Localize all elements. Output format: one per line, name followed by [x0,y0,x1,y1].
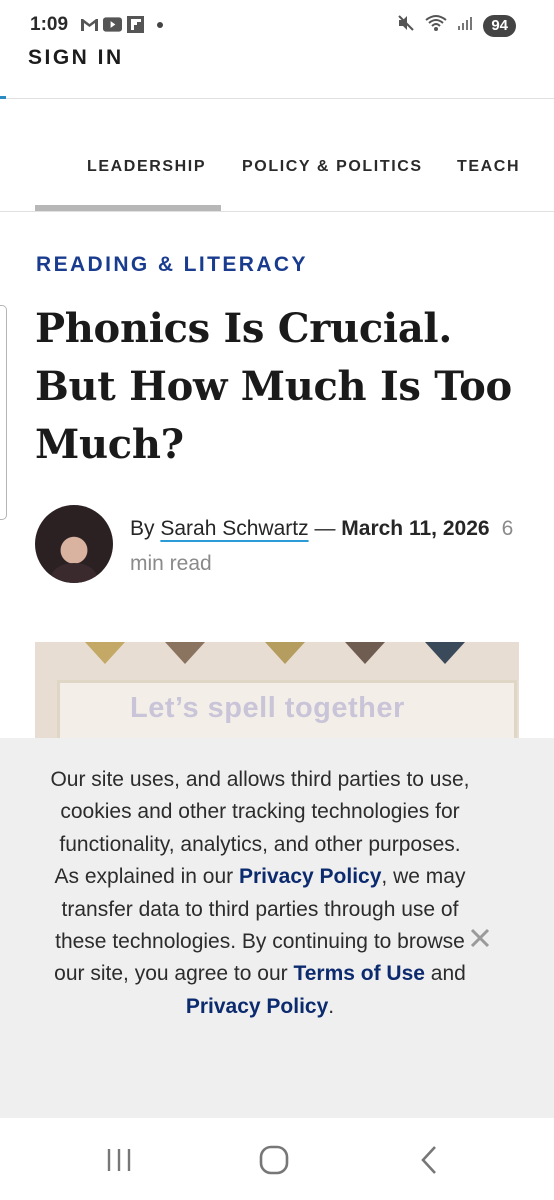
nav-item-policy-politics[interactable]: POLICY & POLITICS [242,158,423,176]
status-bar: 1:09 94 [0,0,554,46]
battery-indicator: 94 [483,14,516,37]
close-icon[interactable] [466,924,494,952]
hero-image-caption-text: Let’s spell together [130,692,405,724]
terms-of-use-link[interactable]: Terms of Use [293,962,425,985]
cookie-message: Our site uses, and allows third parties … [50,764,470,1023]
system-navigation-bar [0,1118,554,1200]
mute-icon [397,14,415,37]
article-headline: Phonics Is Crucial. But How Much Is Too … [35,305,512,468]
article-byline: By Sarah Schwartz — March 11, 2026 6 min … [35,505,535,585]
back-icon[interactable] [410,1140,450,1180]
cookie-consent-banner: Our site uses, and allows third parties … [0,738,554,1118]
youtube-icon [103,16,122,33]
article-date: March 11, 2026 [341,517,490,540]
status-notification-icons [80,16,163,33]
privacy-policy-link-2[interactable]: Privacy Policy [186,995,328,1018]
author-avatar[interactable] [35,505,113,583]
flipboard-icon [126,16,145,33]
privacy-policy-link[interactable]: Privacy Policy [239,865,381,888]
byline-text: By Sarah Schwartz — March 11, 2026 6 min … [130,511,520,581]
hero-image: Let’s spell together [35,642,519,738]
sign-in-link[interactable]: SIGN IN [28,46,124,70]
home-icon[interactable] [254,1140,294,1180]
gmail-icon [80,16,99,33]
section-nav: LEADERSHIP POLICY & POLITICS TEACH [0,99,554,211]
signal-icon [457,15,473,36]
recents-icon[interactable] [99,1140,139,1180]
nav-divider [0,211,554,212]
cookie-text-4: . [328,994,335,1018]
nav-item-leadership[interactable]: LEADERSHIP [87,158,206,176]
cookie-text-3: and [424,962,466,986]
byline-separator: — [314,517,336,540]
status-time: 1:09 [30,14,69,35]
article-category[interactable]: READING & LITERACY [36,253,308,277]
status-system-icons: 94 [397,14,516,37]
author-link[interactable]: Sarah Schwartz [160,517,308,540]
side-drawer-handle[interactable] [0,305,7,520]
notification-dot [157,21,163,28]
nav-item-teach[interactable]: TEACH [457,158,520,176]
wifi-icon [425,14,447,37]
byline-by: By [130,517,155,540]
